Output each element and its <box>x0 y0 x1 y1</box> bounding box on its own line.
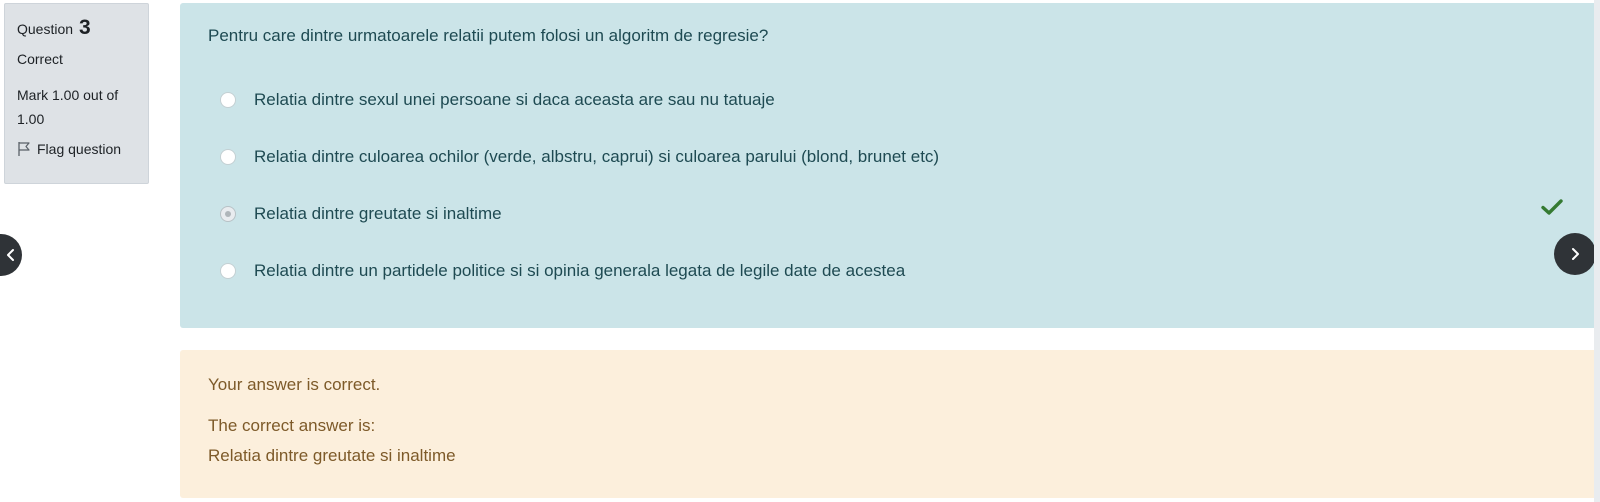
next-page-button[interactable] <box>1554 233 1596 275</box>
answer-radio-3[interactable] <box>220 206 236 222</box>
flag-icon <box>18 142 30 156</box>
right-answer-intro: The correct answer is: <box>208 416 376 435</box>
correct-check-icon <box>1541 199 1563 215</box>
page-scrollbar[interactable] <box>1594 0 1600 502</box>
answer-option-3: Relatia dintre greutate si inaltime <box>220 202 502 226</box>
answer-radio-2[interactable] <box>220 149 236 165</box>
question-label: Question <box>17 21 74 37</box>
previous-page-button[interactable] <box>0 234 22 276</box>
answer-option-4: Relatia dintre un partidele politice si … <box>220 259 905 283</box>
answer-label-4: Relatia dintre un partidele politice si … <box>254 261 906 280</box>
answer-label-1: Relatia dintre sexul unei persoane si da… <box>254 90 775 109</box>
answer-label-2: Relatia dintre culoarea ochilor (verde, … <box>254 147 940 166</box>
question-text: Pentru care dintre urmatoarele relatii p… <box>208 26 769 45</box>
answer-option-2: Relatia dintre culoarea ochilor (verde, … <box>220 145 939 169</box>
flag-question-label: Flag question <box>37 141 122 157</box>
question-grade: Mark 1.00 out of 1.00 <box>17 83 136 131</box>
flag-question-link[interactable]: Flag question <box>17 139 136 159</box>
answer-option-1: Relatia dintre sexul unei persoane si da… <box>220 88 775 112</box>
grade-line-1: Mark 1.00 out of <box>17 87 119 103</box>
question-formulation: Pentru care dintre urmatoarele relatii p… <box>180 3 1600 328</box>
quiz-review-page: Question 3 Correct Mark 1.00 out of 1.00… <box>0 0 1600 502</box>
feedback-panel: Your answer is correct. The correct answ… <box>180 350 1600 498</box>
answer-label-3: Relatia dintre greutate si inaltime <box>254 204 502 223</box>
answer-radio-1[interactable] <box>220 92 236 108</box>
answer-radio-4[interactable] <box>220 263 236 279</box>
general-feedback: Your answer is correct. <box>208 375 381 394</box>
right-answer: Relatia dintre greutate si inaltime <box>208 446 456 465</box>
question-number-heading: Question 3 <box>17 16 136 41</box>
question-number: 3 <box>78 16 91 39</box>
chevron-left-icon <box>7 249 14 261</box>
question-state: Correct <box>17 51 63 67</box>
grade-line-2: 1.00 <box>17 111 45 127</box>
question-info-panel: Question 3 Correct Mark 1.00 out of 1.00… <box>4 3 149 184</box>
chevron-right-icon <box>1572 248 1579 260</box>
